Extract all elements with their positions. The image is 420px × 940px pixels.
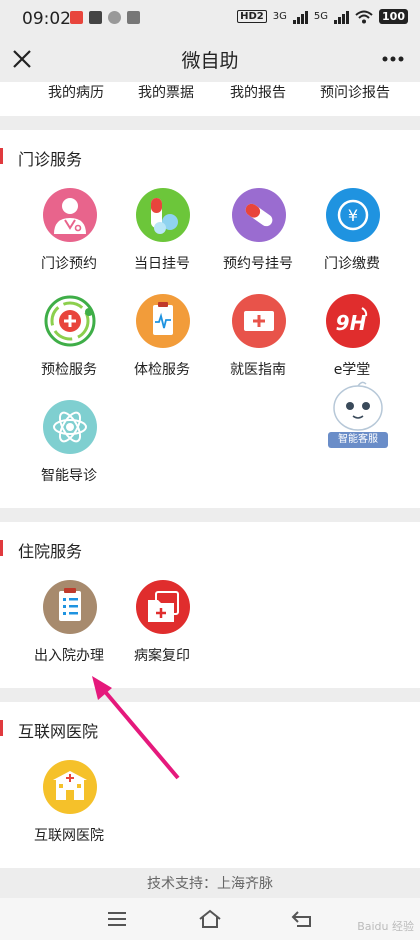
section-accent-bar bbox=[0, 540, 3, 556]
doctor-icon bbox=[43, 188, 97, 242]
ai-customer-service-button[interactable]: 智能客服 bbox=[324, 378, 392, 450]
tile-internet-hospital[interactable]: 互联网医院 bbox=[17, 760, 121, 856]
quick-links: 我的病历 我的票据 我的报告 预问诊报告 bbox=[0, 82, 420, 116]
section-title: 门诊服务 bbox=[18, 150, 83, 169]
quick-link-medical-record[interactable]: 我的病历 bbox=[26, 82, 126, 102]
section-accent-bar bbox=[0, 720, 3, 736]
notification-icon-red bbox=[70, 11, 83, 24]
tile-label: 病案复印 bbox=[134, 648, 190, 664]
menu-icon bbox=[108, 912, 126, 926]
robot-mascot-icon bbox=[333, 381, 383, 431]
tile-same-day-registration[interactable]: 当日挂号 bbox=[110, 188, 214, 284]
network-label: HD2 bbox=[237, 10, 267, 23]
signal-icon-2 bbox=[334, 10, 350, 24]
svg-text:9H: 9H bbox=[336, 311, 367, 335]
section-accent-bar bbox=[0, 148, 3, 164]
signal-icon bbox=[292, 10, 308, 24]
signal-3g-label: 3G bbox=[272, 11, 287, 22]
home-button[interactable] bbox=[195, 906, 225, 932]
tile-physical-exam[interactable]: 体检服务 bbox=[110, 294, 214, 390]
tile-admission-discharge[interactable]: 出入院办理 bbox=[17, 580, 121, 676]
tile-label: 体检服务 bbox=[134, 362, 190, 378]
tile-label: 当日挂号 bbox=[134, 256, 190, 272]
page-title: 微自助 bbox=[181, 50, 239, 72]
tile-label: 预约号挂号 bbox=[223, 256, 293, 272]
tile-label: 门诊缴费 bbox=[324, 256, 380, 272]
yuan-coin-icon: ¥ bbox=[326, 188, 380, 242]
section-title: 住院服务 bbox=[18, 542, 83, 561]
home-icon bbox=[199, 909, 221, 928]
tile-label: 预检服务 bbox=[41, 362, 97, 378]
tile-label: e学堂 bbox=[333, 362, 371, 378]
svg-text:¥: ¥ bbox=[348, 206, 358, 225]
pill-icon bbox=[136, 188, 190, 242]
tile-medical-guide[interactable]: 就医指南 bbox=[206, 294, 310, 390]
watermark: Baidu 经验 bbox=[357, 920, 414, 933]
notification-icon-translate bbox=[127, 11, 140, 24]
more-menu-button[interactable] bbox=[380, 46, 406, 72]
internet-hospital-section: 互联网医院 互联网医院 bbox=[0, 702, 420, 868]
ai-assistant-label: 智能客服 bbox=[328, 432, 388, 448]
tile-label: 就医指南 bbox=[230, 362, 286, 378]
inpatient-section: 住院服务 出入院办理 病案复印 bbox=[0, 522, 420, 688]
admission-checklist-icon bbox=[43, 580, 97, 634]
back-icon bbox=[291, 911, 311, 927]
battery-icon: 100 bbox=[379, 9, 408, 24]
clipboard-ecg-icon bbox=[136, 294, 190, 348]
quick-link-reports[interactable]: 我的报告 bbox=[208, 82, 308, 102]
outpatient-section: 门诊服务 门诊预约 当日挂号 预约号挂号 ¥ 门诊缴费 预检服务 体检服务 就医… bbox=[0, 130, 420, 508]
status-time: 09:02 bbox=[22, 9, 71, 29]
signal-5g-label: 5G bbox=[313, 11, 329, 22]
title-bar: 微自助 bbox=[0, 36, 420, 82]
hospital-building-icon bbox=[43, 760, 97, 814]
quick-link-pre-consultation-report[interactable]: 预问诊报告 bbox=[305, 82, 405, 102]
tile-label: 门诊预约 bbox=[41, 256, 97, 272]
e-school-icon: 9H bbox=[326, 294, 380, 348]
tile-e-school[interactable]: 9H e学堂 bbox=[300, 294, 404, 390]
tile-medical-record-copy[interactable]: 病案复印 bbox=[110, 580, 214, 676]
atom-icon bbox=[43, 400, 97, 454]
medical-folder-icon bbox=[136, 580, 190, 634]
green-swirl-icon bbox=[43, 294, 97, 348]
tile-label: 智能导诊 bbox=[41, 468, 97, 484]
status-bar: 09:02 HD2 3G 5G 100 bbox=[0, 0, 420, 36]
notification-icons bbox=[70, 11, 140, 24]
tile-label: 出入院办理 bbox=[34, 648, 104, 664]
more-dots-icon bbox=[382, 56, 404, 62]
tile-outpatient-payment[interactable]: ¥ 门诊缴费 bbox=[300, 188, 404, 284]
wifi-icon bbox=[355, 10, 373, 23]
tile-smart-triage[interactable]: 智能导诊 bbox=[17, 400, 121, 496]
tile-label: 互联网医院 bbox=[34, 828, 104, 844]
tile-pre-screening[interactable]: 预检服务 bbox=[17, 294, 121, 390]
first-aid-kit-icon bbox=[232, 294, 286, 348]
quick-link-receipts[interactable]: 我的票据 bbox=[116, 82, 216, 102]
system-nav-bar: Baidu 经验 bbox=[0, 898, 420, 940]
tile-scheduled-registration[interactable]: 预约号挂号 bbox=[206, 188, 310, 284]
notification-icon-app bbox=[108, 11, 121, 24]
menu-button[interactable] bbox=[102, 906, 132, 932]
footer-credit: 技术支持：上海齐脉 bbox=[147, 876, 273, 892]
capsule-icon bbox=[232, 188, 286, 242]
notification-icon-check bbox=[89, 11, 102, 24]
section-title: 互联网医院 bbox=[18, 722, 99, 741]
tile-outpatient-appointment[interactable]: 门诊预约 bbox=[17, 188, 121, 284]
status-indicators: HD2 3G 5G 100 bbox=[237, 9, 408, 24]
back-button[interactable] bbox=[288, 906, 318, 932]
